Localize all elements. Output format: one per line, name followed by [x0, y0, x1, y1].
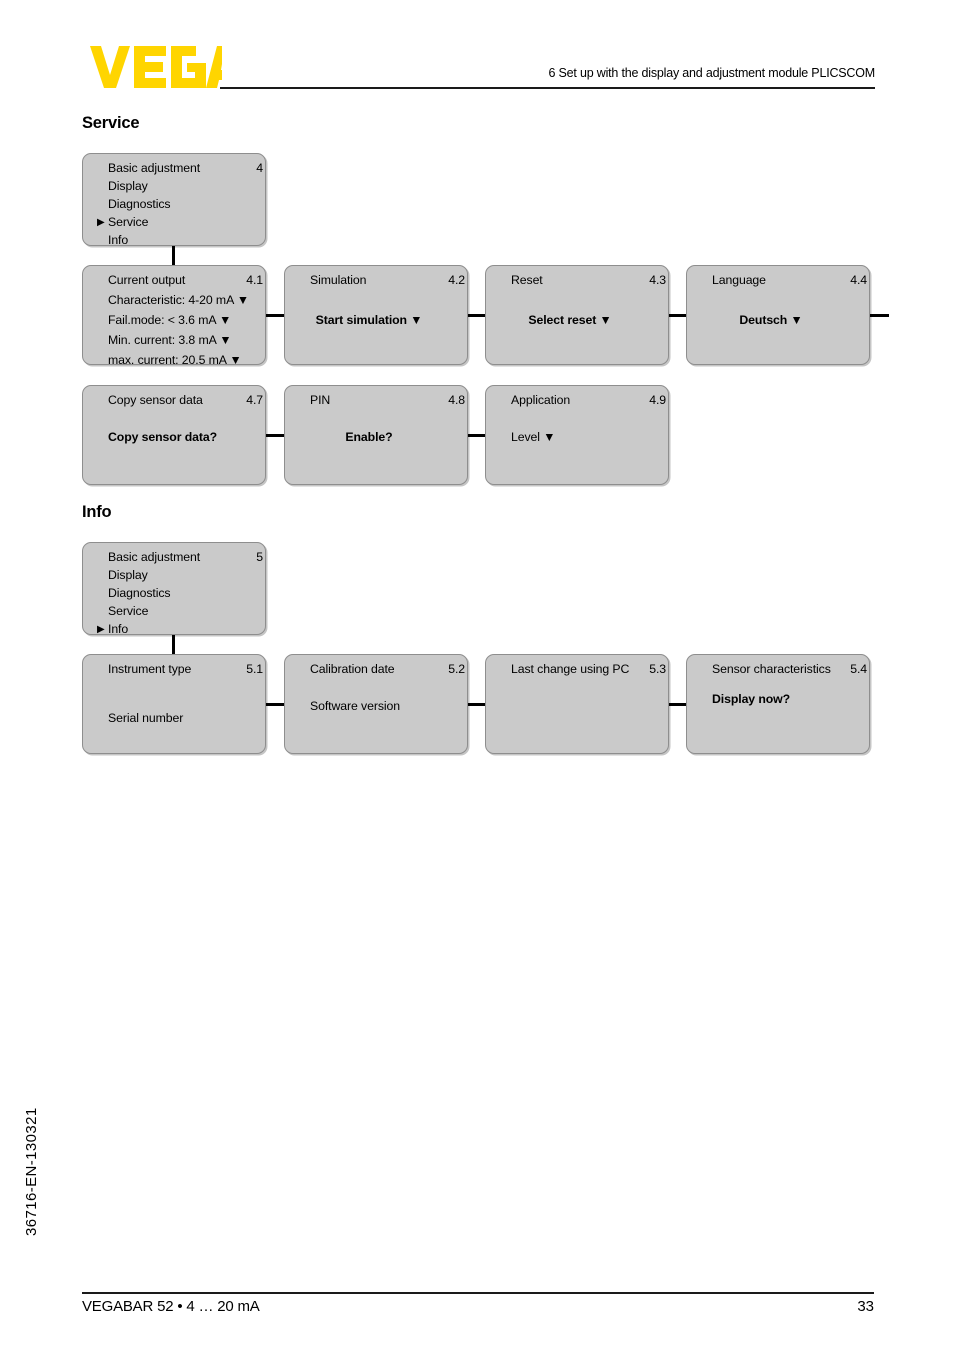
box-current-output[interactable]: 4.1 Current output Characteristic: 4-20 …	[82, 265, 266, 365]
box-index-4-1: 4.1	[246, 273, 263, 287]
box-index-5-3: 5.3	[649, 662, 666, 676]
box-line-start-simulation[interactable]: Start simulation ▼	[285, 314, 467, 327]
box-line-fail-mode[interactable]: Fail.mode: < 3.6 mA ▼	[108, 314, 231, 327]
box-copy-sensor-data[interactable]: 4.7 Copy sensor data Copy sensor data?	[82, 385, 266, 485]
selection-marker-icon: ▶	[97, 217, 105, 228]
box-line-select-reset[interactable]: Select reset ▼	[486, 314, 668, 327]
box-line-max-current[interactable]: max. current: 20.5 mA ▼	[108, 354, 242, 365]
box-title-calibration-date: Calibration date	[310, 662, 395, 676]
box-application[interactable]: 4.9 Application Level ▼	[485, 385, 669, 485]
box-title-simulation: Simulation	[310, 273, 367, 287]
box-index-4-3: 4.3	[649, 273, 666, 287]
box-line-min-current[interactable]: Min. current: 3.8 mA ▼	[108, 334, 232, 347]
box-reset[interactable]: 4.3 Reset Select reset ▼	[485, 265, 669, 365]
menu-box-service[interactable]: 4 Basic adjustment Display Diagnostics ▶…	[82, 153, 266, 246]
box-line-deutsch[interactable]: Deutsch ▼	[687, 314, 869, 327]
info-menu-item-display[interactable]: Display	[108, 569, 148, 582]
box-index-4-8: 4.8	[448, 393, 465, 407]
connector-4-1-to-4-2	[266, 314, 285, 317]
menu-item-info[interactable]: Info	[108, 234, 128, 246]
connector-4-4-continues	[870, 314, 889, 317]
menu-item-service[interactable]: Service	[108, 216, 148, 229]
box-title-reset: Reset	[511, 273, 543, 287]
chapter-title: 6 Set up with the display and adjustment…	[548, 66, 876, 80]
box-line-characteristic[interactable]: Characteristic: 4-20 mA ▼	[108, 294, 249, 307]
box-line-level[interactable]: Level ▼	[511, 431, 555, 444]
box-index-5-1: 5.1	[246, 662, 263, 676]
box-line-enable[interactable]: Enable?	[285, 431, 467, 444]
menu-item-display[interactable]: Display	[108, 180, 148, 193]
box-calibration-date[interactable]: 5.2 Calibration date Software version	[284, 654, 468, 754]
connector-4-7-to-4-8	[266, 434, 285, 437]
box-line-software-version[interactable]: Software version	[310, 700, 400, 713]
menu-index-service: 4	[256, 161, 263, 175]
box-index-5-4: 5.4	[850, 662, 867, 676]
connector-info-menu-down	[172, 635, 175, 655]
header-divider	[220, 87, 875, 89]
menu-item-basic-adjustment[interactable]: Basic adjustment	[108, 162, 200, 175]
page-title-service: Service	[82, 114, 140, 132]
box-sensor-characteristics[interactable]: 5.4 Sensor characteristics Display now?	[686, 654, 870, 754]
info-menu-item-diagnostics[interactable]: Diagnostics	[108, 587, 171, 600]
footer-divider	[82, 1292, 874, 1294]
box-simulation[interactable]: 4.2 Simulation Start simulation ▼	[284, 265, 468, 365]
box-index-4-4: 4.4	[850, 273, 867, 287]
box-line-display-now[interactable]: Display now?	[712, 693, 790, 706]
box-language[interactable]: 4.4 Language Deutsch ▼	[686, 265, 870, 365]
box-title-pin: PIN	[310, 393, 331, 407]
menu-box-info[interactable]: 5 Basic adjustment Display Diagnostics S…	[82, 542, 266, 635]
box-title-application: Application	[511, 393, 571, 407]
box-title-instrument-type: Instrument type	[108, 662, 192, 676]
box-index-5-2: 5.2	[448, 662, 465, 676]
box-line-copy-sensor-data-prompt[interactable]: Copy sensor data?	[108, 431, 217, 444]
box-index-4-2: 4.2	[448, 273, 465, 287]
box-title-copy-sensor-data: Copy sensor data	[108, 393, 203, 407]
box-pin[interactable]: 4.8 PIN Enable?	[284, 385, 468, 485]
box-line-serial-number[interactable]: Serial number	[108, 712, 183, 725]
page-number: 33	[857, 1298, 874, 1315]
menu-item-diagnostics[interactable]: Diagnostics	[108, 198, 171, 211]
connector-service-menu-down	[172, 246, 175, 266]
document-code: 36716-EN-130321	[23, 1107, 40, 1236]
box-title-last-change-using-pc: Last change using PC	[511, 662, 630, 676]
box-title-current-output: Current output	[108, 273, 186, 287]
box-last-change-using-pc[interactable]: 5.3 Last change using PC	[485, 654, 669, 754]
box-index-4-7: 4.7	[246, 393, 263, 407]
box-title-sensor-characteristics: Sensor characteristics	[712, 662, 831, 676]
box-instrument-type[interactable]: 5.1 Instrument type Serial number	[82, 654, 266, 754]
info-menu-item-service[interactable]: Service	[108, 605, 148, 618]
vega-logo	[90, 44, 222, 90]
box-index-4-9: 4.9	[649, 393, 666, 407]
info-menu-item-info[interactable]: Info	[108, 623, 128, 635]
menu-index-info: 5	[256, 550, 263, 564]
info-menu-item-basic-adjustment[interactable]: Basic adjustment	[108, 551, 200, 564]
page-title-info: Info	[82, 503, 112, 521]
connector-5-1-to-5-2	[266, 703, 285, 706]
info-selection-marker-icon: ▶	[97, 624, 105, 635]
box-title-language: Language	[712, 273, 766, 287]
